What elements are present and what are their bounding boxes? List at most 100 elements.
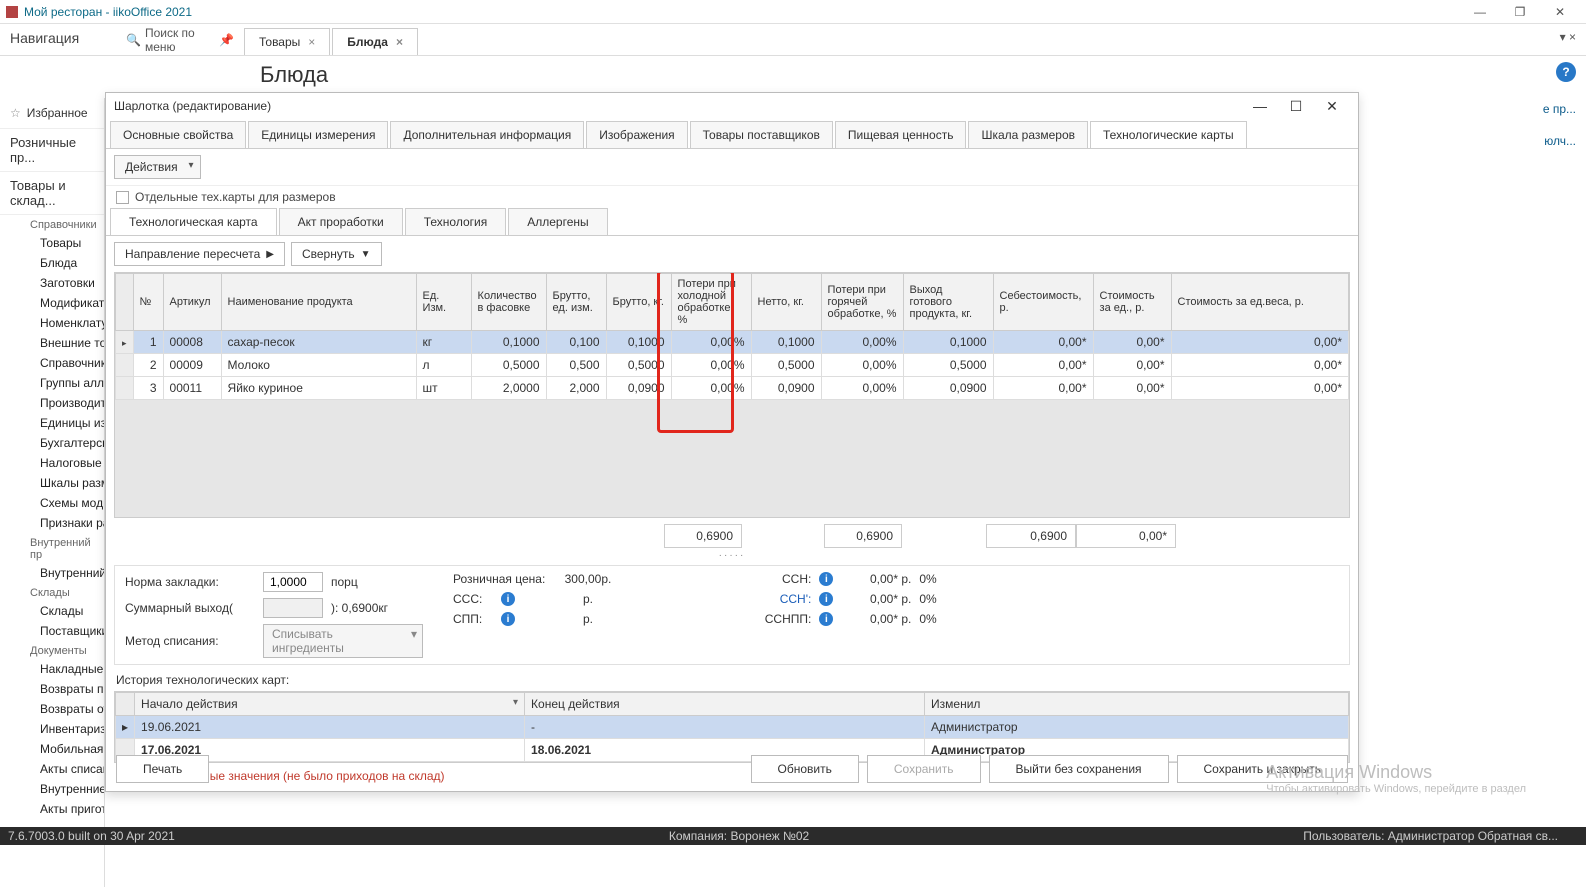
info-icon[interactable]: i <box>819 592 833 606</box>
sidebar-item[interactable]: Схемы модиф <box>0 493 104 513</box>
info-icon[interactable]: i <box>501 592 515 606</box>
subtab-akt[interactable]: Акт проработки <box>279 208 403 235</box>
separate-cards-checkbox[interactable]: Отдельные тех.карты для размеров <box>106 186 1358 208</box>
col-netto[interactable]: Нетто, кг. <box>751 274 821 331</box>
col-unit[interactable]: Ед. Изм. <box>416 274 471 331</box>
refresh-button[interactable]: Обновить <box>751 755 859 783</box>
table-row[interactable]: 300011Яйко куриноешт 2,00002,0000,0900 0… <box>116 377 1349 400</box>
tab-sizes[interactable]: Шкала размеров <box>968 121 1088 148</box>
col-qty[interactable]: Количество в фасовке <box>471 274 546 331</box>
print-button[interactable]: Печать <box>116 755 209 783</box>
exit-no-save-button[interactable]: Выйти без сохранения <box>989 755 1169 783</box>
hist-col-end[interactable]: Конец действия <box>525 693 925 716</box>
col-name[interactable]: Наименование продукта <box>221 274 416 331</box>
sidebar-item[interactable]: Налоговые к <box>0 453 104 473</box>
sidebar-item[interactable]: Единицы изм <box>0 413 104 433</box>
hist-col-who[interactable]: Изменил <box>925 693 1349 716</box>
close-button[interactable]: ✕ <box>1540 2 1580 22</box>
ingredients-grid[interactable]: № Артикул Наименование продукта Ед. Изм.… <box>114 272 1350 518</box>
close-icon[interactable]: × <box>308 35 315 49</box>
sidebar-section-goods[interactable]: Товары и склад... <box>0 172 104 215</box>
sidebar-item[interactable]: Номенклатур <box>0 313 104 333</box>
save-close-button[interactable]: Сохранить и закрыть <box>1177 755 1348 783</box>
sidebar-item[interactable]: Внутренние п <box>0 779 104 799</box>
col-per-weight[interactable]: Стоимость за ед.веса, р. <box>1171 274 1348 331</box>
norm-input[interactable] <box>263 572 323 592</box>
collapse-button[interactable]: Свернуть▼ <box>291 242 382 266</box>
sidebar-item[interactable]: Товары <box>0 233 104 253</box>
dialog-minimize[interactable]: — <box>1242 98 1278 114</box>
save-button[interactable]: Сохранить <box>867 755 981 783</box>
tab-techcards[interactable]: Технологические карты <box>1090 121 1247 148</box>
sidebar-item[interactable]: Блюда <box>0 253 104 273</box>
favorites-button[interactable]: ☆Избранное <box>0 98 104 129</box>
sidebar-item[interactable]: Возвраты от <box>0 699 104 719</box>
sidebar-item[interactable]: Акты списан <box>0 759 104 779</box>
info-icon[interactable]: i <box>819 572 833 586</box>
sidebar-item[interactable]: Накладные <box>0 659 104 679</box>
method-combo[interactable]: Списывать ингредиенты <box>263 624 423 658</box>
col-brut-kg[interactable]: Брутто, кг. <box>606 274 671 331</box>
pin-icon[interactable]: 📌 <box>219 33 234 47</box>
maximize-button[interactable]: ❐ <box>1500 2 1540 22</box>
sidebar-item[interactable]: Внутренний п <box>0 563 104 583</box>
close-icon[interactable]: × <box>396 35 403 49</box>
sidebar-item[interactable]: Возвраты по <box>0 679 104 699</box>
sidebar-item[interactable]: Инвентариза <box>0 719 104 739</box>
tab-additional[interactable]: Дополнительная информация <box>390 121 584 148</box>
col-article[interactable]: Артикул <box>163 274 221 331</box>
dialog-close[interactable]: ✕ <box>1314 98 1350 115</box>
sidebar-item[interactable]: Шкалы разме <box>0 473 104 493</box>
table-row[interactable]: ▸ 100008сахар-песоккг 0,10000,1000,1000 … <box>116 331 1349 354</box>
col-cost[interactable]: Себестоимость, р. <box>993 274 1093 331</box>
col-hot-loss[interactable]: Потери при горячей обработке, % <box>821 274 903 331</box>
info-icon[interactable]: i <box>501 612 515 626</box>
tab-nutrition[interactable]: Пищевая ценность <box>835 121 967 148</box>
menu-search[interactable]: 🔍 Поиск по меню 📌 <box>120 24 240 55</box>
col-output[interactable]: Выход готового продукта, кг. <box>903 274 993 331</box>
history-grid[interactable]: Начало действия▾ Конец действия Изменил … <box>114 691 1350 763</box>
tab-menu-dropdown[interactable]: ▾ × <box>1550 24 1586 55</box>
tab-units[interactable]: Единицы измерения <box>248 121 388 148</box>
hist-col-start[interactable]: Начало действия▾ <box>135 693 525 716</box>
sum-input[interactable] <box>263 598 323 618</box>
sidebar-item[interactable]: Мобильная и <box>0 739 104 759</box>
table-row[interactable]: 200009Молокол 0,50000,5000,5000 0,00%0,5… <box>116 354 1349 377</box>
history-row[interactable]: ▸19.06.2021-Администратор <box>116 716 1349 739</box>
info-icon[interactable]: i <box>819 612 833 626</box>
subtab-allergens[interactable]: Аллергены <box>508 208 607 235</box>
col-cold-loss[interactable]: Потери при холодной обработке, % <box>671 274 751 331</box>
sidebar-item[interactable]: Группы алле <box>0 373 104 393</box>
sidebar-section-retail[interactable]: Розничные пр... <box>0 129 104 172</box>
truncated-text: е пр... <box>1543 102 1576 116</box>
sidebar-item[interactable]: Акты пригот <box>0 799 104 819</box>
help-icon[interactable]: ? <box>1556 62 1576 82</box>
edit-dialog: Шарлотка (редактирование) — ☐ ✕ Основные… <box>105 92 1359 792</box>
col-number[interactable]: № <box>133 274 163 331</box>
sidebar-item[interactable]: Бухгалтерск <box>0 433 104 453</box>
dialog-maximize[interactable]: ☐ <box>1278 98 1314 115</box>
dialog-tabs: Основные свойства Единицы измерения Допо… <box>106 119 1358 149</box>
actions-dropdown[interactable]: Действия <box>114 155 201 179</box>
tab-suppliers[interactable]: Товары поставщиков <box>690 121 833 148</box>
col-brut-unit[interactable]: Брутто, ед. изм. <box>546 274 606 331</box>
tab-goods[interactable]: Товары × <box>244 28 330 55</box>
sidebar-item[interactable]: Заготовки <box>0 273 104 293</box>
tab-images[interactable]: Изображения <box>586 121 687 148</box>
chevron-down-icon[interactable]: ▾ <box>513 697 518 708</box>
sidebar-item[interactable]: Внешние тов <box>0 333 104 353</box>
tab-dishes[interactable]: Блюда × <box>332 28 418 55</box>
subtab-techcard[interactable]: Технологическая карта <box>110 208 277 235</box>
recalc-direction-button[interactable]: Направление пересчета▶ <box>114 242 285 266</box>
ccn-label: ССН: <box>761 572 811 586</box>
minimize-button[interactable]: — <box>1460 2 1500 22</box>
sidebar-item[interactable]: Признаки рас <box>0 513 104 533</box>
subtab-tech[interactable]: Технология <box>405 208 507 235</box>
col-per-unit[interactable]: Стоимость за ед., р. <box>1093 274 1171 331</box>
sidebar-item[interactable]: Справочник в <box>0 353 104 373</box>
tab-basic[interactable]: Основные свойства <box>110 121 246 148</box>
sidebar-item[interactable]: Склады <box>0 601 104 621</box>
sidebar-item[interactable]: Поставщики <box>0 621 104 641</box>
sidebar-item[interactable]: Производите <box>0 393 104 413</box>
sidebar-item[interactable]: Модификато <box>0 293 104 313</box>
